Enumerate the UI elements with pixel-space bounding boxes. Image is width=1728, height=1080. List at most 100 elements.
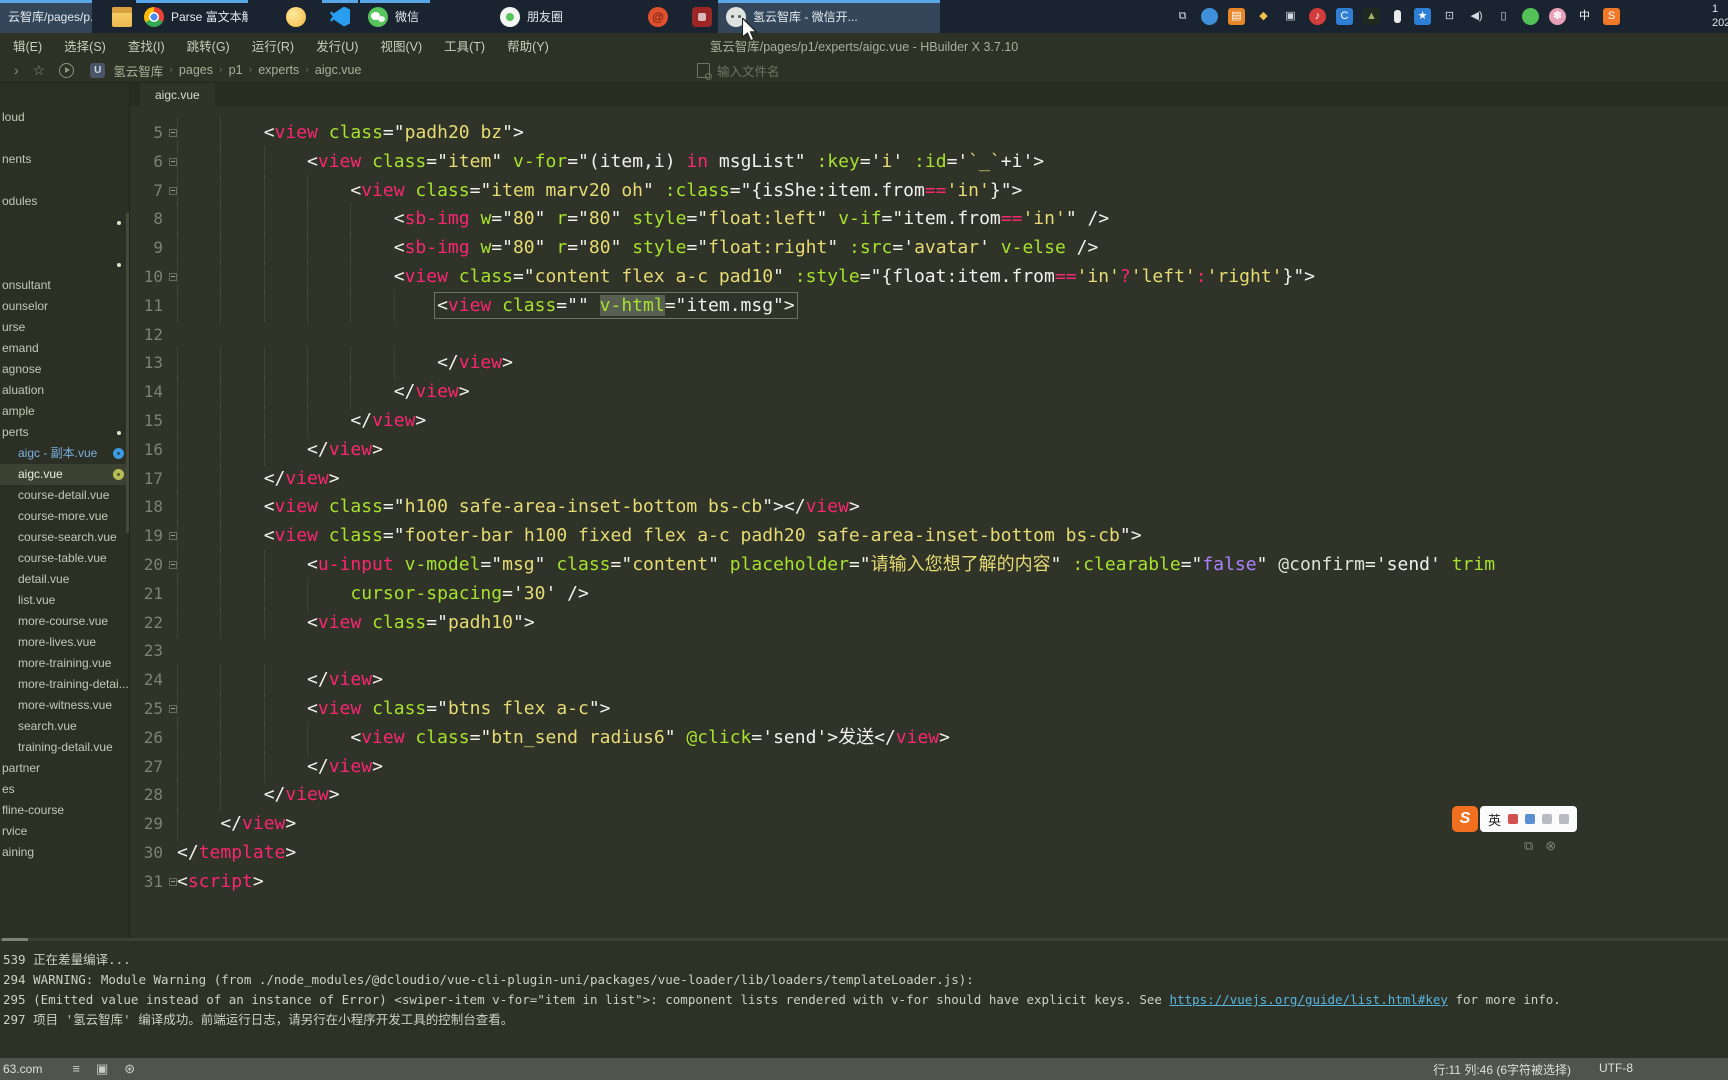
volume-icon[interactable]: ◀) xyxy=(1468,8,1485,25)
ime-keyboard-icon[interactable] xyxy=(1542,814,1553,824)
nav-forward-icon[interactable]: › xyxy=(14,63,19,77)
tree-item-ounselor[interactable]: ounselor xyxy=(0,296,129,317)
ime-language-indicator[interactable]: 英 xyxy=(1488,810,1501,829)
breadcrumb-item-0[interactable]: 氢云智库 xyxy=(113,61,163,80)
tree-item-course-more.vue[interactable]: course-more.vue xyxy=(0,506,129,527)
pink-flower-icon[interactable]: ✽ xyxy=(1549,8,1566,25)
fold-marker-icon[interactable] xyxy=(169,272,177,281)
tree-item-aining[interactable]: aining xyxy=(0,842,129,863)
menu-item-8[interactable]: 帮助(Y) xyxy=(496,36,560,55)
menu-item-0[interactable]: 辑(E) xyxy=(2,36,53,55)
menu-item-5[interactable]: 发行(U) xyxy=(305,36,369,55)
taskbar-app-navicat[interactable] xyxy=(278,0,314,33)
tree-item-emand[interactable]: emand xyxy=(0,338,129,359)
printer-icon[interactable]: ▣ xyxy=(1282,8,1299,25)
tree-item-aluation[interactable]: aluation xyxy=(0,380,129,401)
tree-item-partner[interactable]: partner xyxy=(0,758,129,779)
tree-row-blank[interactable] xyxy=(0,212,129,233)
tree-item-ample[interactable]: ample xyxy=(0,401,129,422)
tree-item-fline-course[interactable]: fline-course xyxy=(0,800,129,821)
project-explorer[interactable]: loud nents odules onsultant ounselor urse eman… xyxy=(0,83,130,940)
menu-item-2[interactable]: 查找(I) xyxy=(117,36,176,55)
taskbar-app-file-explorer[interactable] xyxy=(104,0,140,33)
ime-punctuation-icon[interactable] xyxy=(1508,814,1519,824)
console-panel[interactable]: 539 正在差量编译... 294 WARNING: Module Warning… xyxy=(0,941,1728,1058)
tree-item-more-training.vue[interactable]: more-training.vue xyxy=(0,653,129,674)
taskbar-app-wechat[interactable]: 微信 xyxy=(360,0,430,33)
usb-device-icon[interactable]: ▯ xyxy=(1495,8,1512,25)
tree-item-aigc - 副本.vue[interactable]: aigc - 副本.vue xyxy=(0,443,129,464)
tree-item-nents[interactable]: nents xyxy=(0,149,129,170)
sidebar-scrollbar[interactable] xyxy=(126,213,129,533)
console-panel-icon[interactable]: ▣ xyxy=(96,1061,108,1077)
tree-item-more-lives.vue[interactable]: more-lives.vue xyxy=(0,632,129,653)
breadcrumb-item-4[interactable]: aigc.vue xyxy=(315,63,362,77)
tree-item-more-training-detai...[interactable]: more-training-detai... xyxy=(0,674,129,695)
display-icon[interactable]: ⊡ xyxy=(1441,8,1458,25)
chinese-lang-icon[interactable]: 中 xyxy=(1576,8,1593,25)
taskbar-app-snail-app[interactable]: @ xyxy=(640,0,676,33)
breadcrumb-item-2[interactable]: p1 xyxy=(229,63,243,77)
fold-marker-icon[interactable] xyxy=(169,129,177,137)
tree-row-blank[interactable] xyxy=(0,254,129,275)
tree-item-es[interactable]: es xyxy=(0,779,129,800)
menu-item-4[interactable]: 运行(R) xyxy=(241,36,305,55)
fold-marker-icon[interactable] xyxy=(169,560,177,569)
menu-item-6[interactable]: 视图(V) xyxy=(369,36,433,55)
sogou-logo-icon[interactable]: S xyxy=(1452,806,1478,832)
ime-menu-icon[interactable] xyxy=(1559,814,1570,824)
tree-item-detail.vue[interactable]: detail.vue xyxy=(0,569,129,590)
tree-item-urse[interactable]: urse xyxy=(0,317,129,338)
status-encoding[interactable]: UTF-8 xyxy=(1599,1061,1633,1078)
microphone-icon[interactable] xyxy=(1394,10,1401,23)
tree-item-perts[interactable]: perts xyxy=(0,422,129,443)
window-stack-icon[interactable]: ⧉ xyxy=(1174,8,1191,25)
blue-c-icon[interactable]: C xyxy=(1336,8,1353,25)
breadcrumb-item-3[interactable]: experts xyxy=(258,63,299,77)
tree-item-aigc.vue[interactable]: aigc.vue xyxy=(0,464,129,485)
taskbar-app-vscode[interactable] xyxy=(322,0,358,33)
tree-item-course-table.vue[interactable]: course-table.vue xyxy=(0,548,129,569)
orange-tool-icon[interactable]: ▤ xyxy=(1228,8,1245,25)
fold-marker-icon[interactable] xyxy=(169,877,177,886)
web-preview-icon[interactable]: ⊛ xyxy=(124,1061,135,1077)
fold-marker-icon[interactable] xyxy=(169,532,177,541)
sogou-icon[interactable]: S xyxy=(1603,8,1620,25)
fold-marker-icon[interactable] xyxy=(169,186,177,195)
taskbar-app-chrome[interactable]: Parse 富文本解析... xyxy=(136,0,248,33)
fold-marker-icon[interactable] xyxy=(169,157,177,166)
blue-drop-icon[interactable] xyxy=(1201,8,1218,25)
tree-item-onsultant[interactable]: onsultant xyxy=(0,275,129,296)
outline-list-icon[interactable]: ≡ xyxy=(72,1061,80,1077)
tree-item-training-detail.vue[interactable]: training-detail.vue xyxy=(0,737,129,758)
fold-marker-icon[interactable] xyxy=(169,704,177,713)
favorite-star-icon[interactable]: ☆ xyxy=(33,63,46,77)
close-panel-icon[interactable]: ⊗ xyxy=(1545,838,1556,854)
tree-item-rvice[interactable]: rvice xyxy=(0,821,129,842)
menu-item-7[interactable]: 工具(T) xyxy=(433,36,496,55)
run-icon[interactable] xyxy=(59,62,75,78)
tree-item-more-course.vue[interactable]: more-course.vue xyxy=(0,611,129,632)
dark-badge-icon[interactable]: ▲ xyxy=(1363,8,1380,25)
tree-item-course-search.vue[interactable]: course-search.vue xyxy=(0,527,129,548)
tree-item-loud[interactable]: loud xyxy=(0,107,129,128)
wechat-tray-icon[interactable] xyxy=(1522,8,1539,25)
netease-music-icon[interactable]: ♪ xyxy=(1309,8,1326,25)
status-cursor-position[interactable]: 行:11 列:46 (6字符被选择) xyxy=(1433,1061,1571,1078)
tree-item-agnose[interactable]: agnose xyxy=(0,359,129,380)
taskbar-window-tab[interactable]: 云智库/pages/p... xyxy=(0,0,92,33)
blue-star-icon[interactable]: ★ xyxy=(1414,8,1431,25)
menu-item-3[interactable]: 跳转(G) xyxy=(176,36,241,55)
tree-row-blank[interactable] xyxy=(0,128,129,149)
tree-row-blank[interactable] xyxy=(0,170,129,191)
tab-aigc-vue[interactable]: aigc.vue xyxy=(140,83,215,106)
restore-panel-icon[interactable]: ⧉ xyxy=(1524,838,1533,854)
ime-toolbar[interactable]: S 英 xyxy=(1452,806,1578,832)
tree-item-course-detail.vue[interactable]: course-detail.vue xyxy=(0,485,129,506)
menu-item-1[interactable]: 选择(S) xyxy=(53,36,117,55)
tree-row-blank[interactable] xyxy=(0,233,129,254)
ime-mic-icon[interactable] xyxy=(1525,814,1536,824)
taskbar-app-red-app[interactable] xyxy=(684,0,720,33)
taskbar-app-wechat-moments[interactable]: 朋友圈 xyxy=(492,0,566,33)
tree-item-more-witness.vue[interactable]: more-witness.vue xyxy=(0,695,129,716)
